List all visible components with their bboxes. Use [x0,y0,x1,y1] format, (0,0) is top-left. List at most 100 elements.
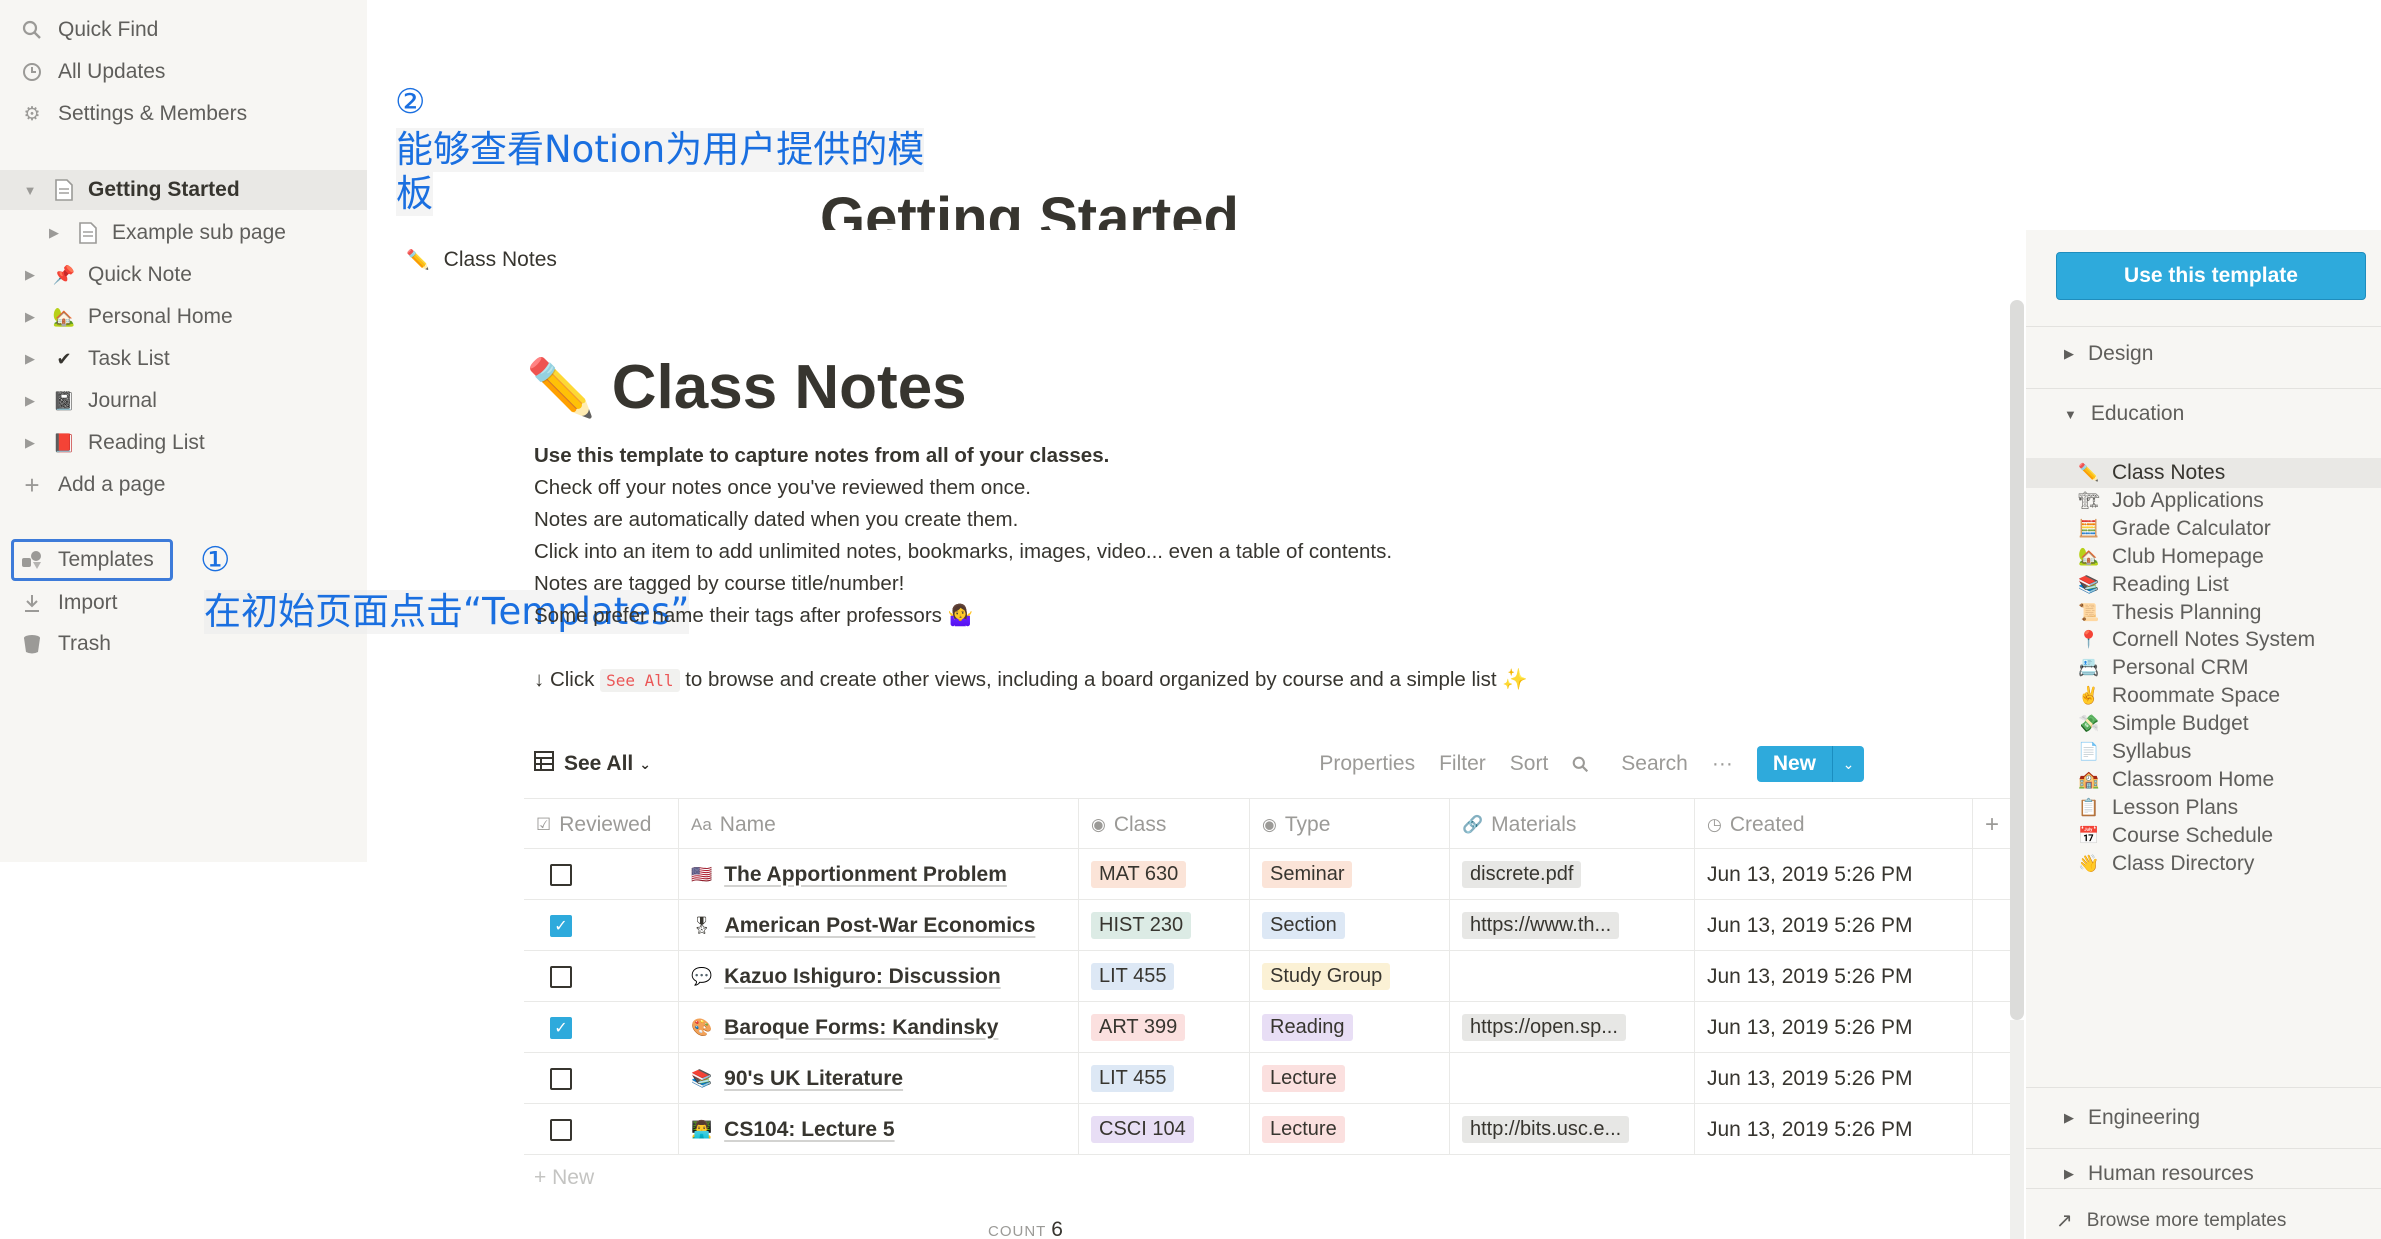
template-item[interactable]: 📋 Lesson Plans [2026,793,2381,823]
type-cell[interactable]: Seminar [1250,849,1450,900]
filter-button[interactable]: Filter [1439,752,1486,776]
triangle-right-icon[interactable]: ▶ [20,309,40,325]
sidebar-page-task-list[interactable]: ▶ ✔ Task List [0,339,367,379]
add-column-button[interactable]: + [1973,799,2014,850]
reviewed-checkbox[interactable] [550,1067,572,1090]
type-cell[interactable]: Reading [1250,1002,1450,1053]
triangle-right-icon[interactable]: ▶ [20,393,40,409]
properties-button[interactable]: Properties [1319,752,1415,776]
sidebar-page-example-sub-page[interactable]: ▶ Example sub page [0,213,367,253]
sidebar-page-journal[interactable]: ▶ 📓 Journal [0,381,367,421]
browse-more-templates-link[interactable]: ↗ Browse more templates [2056,1208,2286,1233]
materials-file[interactable]: http://bits.usc.e... [1462,1116,1630,1143]
reviewed-checkbox[interactable] [550,965,572,988]
materials-file[interactable]: discrete.pdf [1462,861,1582,888]
sidebar-quick-find[interactable]: Quick Find [0,10,367,50]
scrollbar-thumb[interactable] [2010,300,2024,1020]
table-row[interactable]: ✓ 🎖 American Post-War Economics HIST 230… [524,900,2014,951]
triangle-right-icon[interactable]: ▶ [20,351,40,367]
materials-cell[interactable]: https://open.sp... [1450,1002,1695,1053]
template-item[interactable]: 🏫 Classroom Home [2026,765,2381,795]
template-item[interactable]: 📅 Course Schedule [2026,821,2381,851]
sidebar-page-personal-home[interactable]: ▶ 🏡 Personal Home [0,297,367,337]
materials-cell[interactable]: https://www.th... [1450,900,1695,951]
column-header-created[interactable]: ◷ Created [1695,799,1973,850]
template-item[interactable]: 💸 Simple Budget [2026,709,2381,739]
template-item[interactable]: 📍 Cornell Notes System [2026,625,2381,655]
name-cell[interactable]: 🎖 American Post-War Economics [679,900,1079,951]
scrollbar-track[interactable] [2010,1020,2024,1239]
category-education[interactable]: ▼ Education [2064,402,2184,426]
table-row[interactable]: ✓ 🎨 Baroque Forms: Kandinsky ART 399 Rea… [524,1002,2014,1053]
template-item[interactable]: ✏️ Class Notes [2026,458,2381,488]
sidebar-settings[interactable]: ⚙ Settings & Members [0,94,367,134]
materials-cell[interactable]: http://bits.usc.e... [1450,1104,1695,1155]
triangle-right-icon: ▶ [2064,1110,2074,1125]
materials-file[interactable]: https://www.th... [1462,912,1620,939]
triangle-right-icon[interactable]: ▶ [20,267,40,283]
category-design[interactable]: ▶ Design [2064,342,2153,366]
class-cell[interactable]: MAT 630 [1079,849,1250,900]
template-item[interactable]: 📜 Thesis Planning [2026,598,2381,628]
type-cell[interactable]: Study Group [1250,951,1450,1002]
class-cell[interactable]: ART 399 [1079,1002,1250,1053]
materials-cell[interactable]: discrete.pdf [1450,849,1695,900]
type-cell[interactable]: Lecture [1250,1053,1450,1104]
table-row[interactable]: 📚 90's UK Literature LIT 455 Lecture Jun… [524,1053,2014,1104]
class-cell[interactable]: LIT 455 [1079,1053,1250,1104]
sidebar-page-quick-note[interactable]: ▶ 📌 Quick Note [0,255,367,295]
sort-button[interactable]: Sort [1510,752,1549,776]
reviewed-checkbox[interactable]: ✓ [550,1016,572,1039]
name-cell[interactable]: 🎨 Baroque Forms: Kandinsky [679,1002,1079,1053]
column-header-class[interactable]: ◉ Class [1079,799,1250,850]
chevron-down-icon[interactable]: ⌄ [1832,746,1864,782]
class-cell[interactable]: LIT 455 [1079,951,1250,1002]
triangle-down-icon[interactable]: ▼ [20,183,40,198]
view-switcher[interactable]: See All ⌄ [534,744,651,784]
breadcrumb[interactable]: ✏️ Class Notes [406,248,557,272]
materials-file[interactable]: https://open.sp... [1462,1014,1626,1041]
sidebar-page-getting-started[interactable]: ▼ Getting Started [0,170,367,210]
template-description: Use this template to capture notes from … [534,440,1528,697]
triangle-right-icon[interactable]: ▶ [44,225,64,241]
more-button[interactable]: ··· [1712,752,1733,776]
sidebar-add-page[interactable]: + Add a page [0,465,367,505]
sidebar-all-updates[interactable]: All Updates [0,52,367,92]
use-template-button[interactable]: Use this template [2056,252,2366,300]
type-cell[interactable]: Lecture [1250,1104,1450,1155]
type-cell[interactable]: Section [1250,900,1450,951]
template-item[interactable]: 🏡 Club Homepage [2026,542,2381,572]
search-button[interactable]: Search [1572,752,1688,776]
add-row-button[interactable]: + New [534,1166,594,1190]
template-item[interactable]: 👋 Class Directory [2026,849,2381,879]
table-row[interactable]: 🇺🇸 The Apportionment Problem MAT 630 Sem… [524,849,2014,900]
new-button[interactable]: New [1756,746,1832,782]
triangle-right-icon[interactable]: ▶ [20,435,40,451]
template-item[interactable]: ✌️ Roommate Space [2026,681,2381,711]
template-item[interactable]: 📚 Reading List [2026,570,2381,600]
template-item[interactable]: 🧮 Grade Calculator [2026,514,2381,544]
template-item[interactable]: 📇 Personal CRM [2026,653,2381,683]
name-cell[interactable]: 📚 90's UK Literature [679,1053,1079,1104]
category-human-resources[interactable]: ▶ Human resources [2064,1162,2254,1184]
class-cell[interactable]: CSCI 104 [1079,1104,1250,1155]
name-cell[interactable]: 🇺🇸 The Apportionment Problem [679,849,1079,900]
template-item[interactable]: 🏗 Job Applications [2026,486,2381,516]
table-row[interactable]: 💬 Kazuo Ishiguro: Discussion LIT 455 Stu… [524,951,2014,1002]
table-row[interactable]: 👨‍💻 CS104: Lecture 5 CSCI 104 Lecture ht… [524,1104,2014,1155]
column-header-type[interactable]: ◉ Type [1250,799,1450,850]
materials-cell[interactable] [1450,1053,1695,1104]
reviewed-checkbox[interactable]: ✓ [550,914,572,937]
category-engineering[interactable]: ▶ Engineering [2064,1106,2200,1130]
template-item[interactable]: 📄 Syllabus [2026,737,2381,767]
column-header-name[interactable]: Aa Name [679,799,1079,850]
class-cell[interactable]: HIST 230 [1079,900,1250,951]
column-header-materials[interactable]: 🔗 Materials [1450,799,1695,850]
name-cell[interactable]: 👨‍💻 CS104: Lecture 5 [679,1104,1079,1155]
column-header-reviewed[interactable]: ☑ Reviewed [524,799,679,850]
name-cell[interactable]: 💬 Kazuo Ishiguro: Discussion [679,951,1079,1002]
materials-cell[interactable] [1450,951,1695,1002]
sidebar-page-reading-list[interactable]: ▶ 📕 Reading List [0,423,367,463]
reviewed-checkbox[interactable] [550,863,572,886]
reviewed-checkbox[interactable] [550,1118,572,1141]
